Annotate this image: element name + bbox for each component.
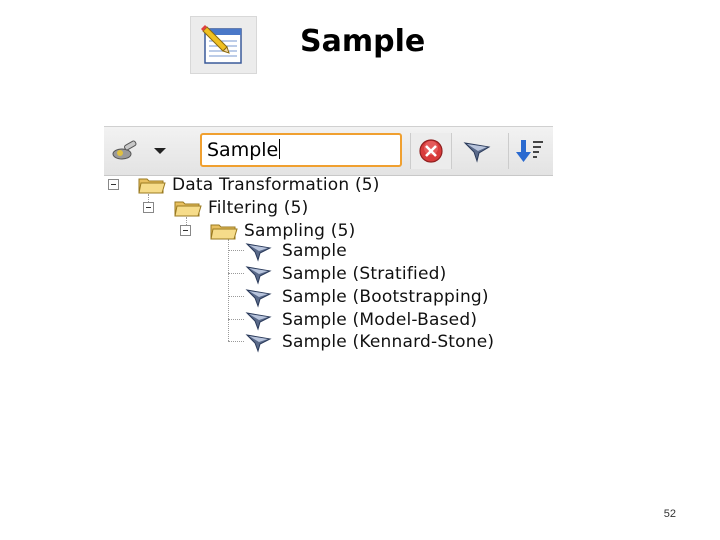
- tree-item-data-transformation[interactable]: Data Transformation (5): [138, 174, 380, 196]
- collapse-toggle[interactable]: [108, 179, 119, 190]
- tree-item-sampling[interactable]: Sampling (5): [210, 220, 355, 242]
- clear-search-icon[interactable]: [410, 133, 452, 169]
- tree-item-label: Sample (Bootstrapping): [282, 287, 489, 307]
- tree-connector: [228, 341, 244, 342]
- tree-item-label: Data Transformation (5): [172, 175, 380, 195]
- operator-item-sample-bootstrapping[interactable]: Sample (Bootstrapping): [244, 286, 489, 308]
- operators-panel: Sample Data Transformation (5) Filtering…: [104, 122, 553, 357]
- tree-connector: [228, 296, 244, 297]
- tree-connector: [228, 273, 244, 274]
- text-cursor: [279, 139, 281, 159]
- tree-connector: [228, 319, 244, 320]
- chevron-down-icon[interactable]: [150, 133, 170, 169]
- funnel-operator-icon: [245, 334, 272, 353]
- folder-open-icon: [174, 201, 202, 217]
- wrench-gear-icon[interactable]: [108, 133, 142, 169]
- funnel-operator-icon: [245, 266, 272, 285]
- funnel-operator-icon[interactable]: [456, 133, 500, 169]
- operators-toolbar: Sample: [104, 126, 553, 176]
- tree-item-label: Sample (Model-Based): [282, 310, 478, 330]
- folder-open-icon: [210, 224, 238, 240]
- sort-down-icon[interactable]: [508, 133, 549, 169]
- tree-item-label: Sampling (5): [244, 221, 356, 241]
- tree-item-label: Sample (Kennard-Stone): [282, 332, 495, 352]
- tree-item-label: Filtering (5): [208, 198, 309, 218]
- search-input-value: Sample: [207, 139, 279, 161]
- tree-item-label: Sample (Stratified): [282, 264, 447, 284]
- operator-item-sample-model-based[interactable]: Sample (Model-Based): [244, 309, 477, 331]
- operator-item-sample-stratified[interactable]: Sample (Stratified): [244, 263, 446, 285]
- operator-item-sample-kennard-stone[interactable]: Sample (Kennard-Stone): [244, 331, 494, 353]
- collapse-toggle[interactable]: [143, 202, 154, 213]
- operator-tree: Data Transformation (5) Filtering (5) Sa…: [104, 174, 553, 357]
- slide-title: Sample: [300, 24, 426, 59]
- folder-open-icon: [138, 178, 166, 194]
- funnel-operator-icon: [245, 243, 272, 262]
- operator-item-sample[interactable]: Sample: [244, 240, 347, 262]
- tree-item-label: Sample: [282, 241, 347, 261]
- funnel-operator-icon: [245, 312, 272, 331]
- collapse-toggle[interactable]: [180, 225, 191, 236]
- funnel-operator-icon: [245, 289, 272, 308]
- tree-connector: [228, 239, 229, 341]
- search-input[interactable]: Sample: [200, 133, 402, 167]
- page-number: 52: [663, 508, 676, 520]
- tree-connector: [228, 250, 244, 251]
- notepad-pencil-icon: [190, 16, 257, 74]
- tree-item-filtering[interactable]: Filtering (5): [174, 197, 308, 219]
